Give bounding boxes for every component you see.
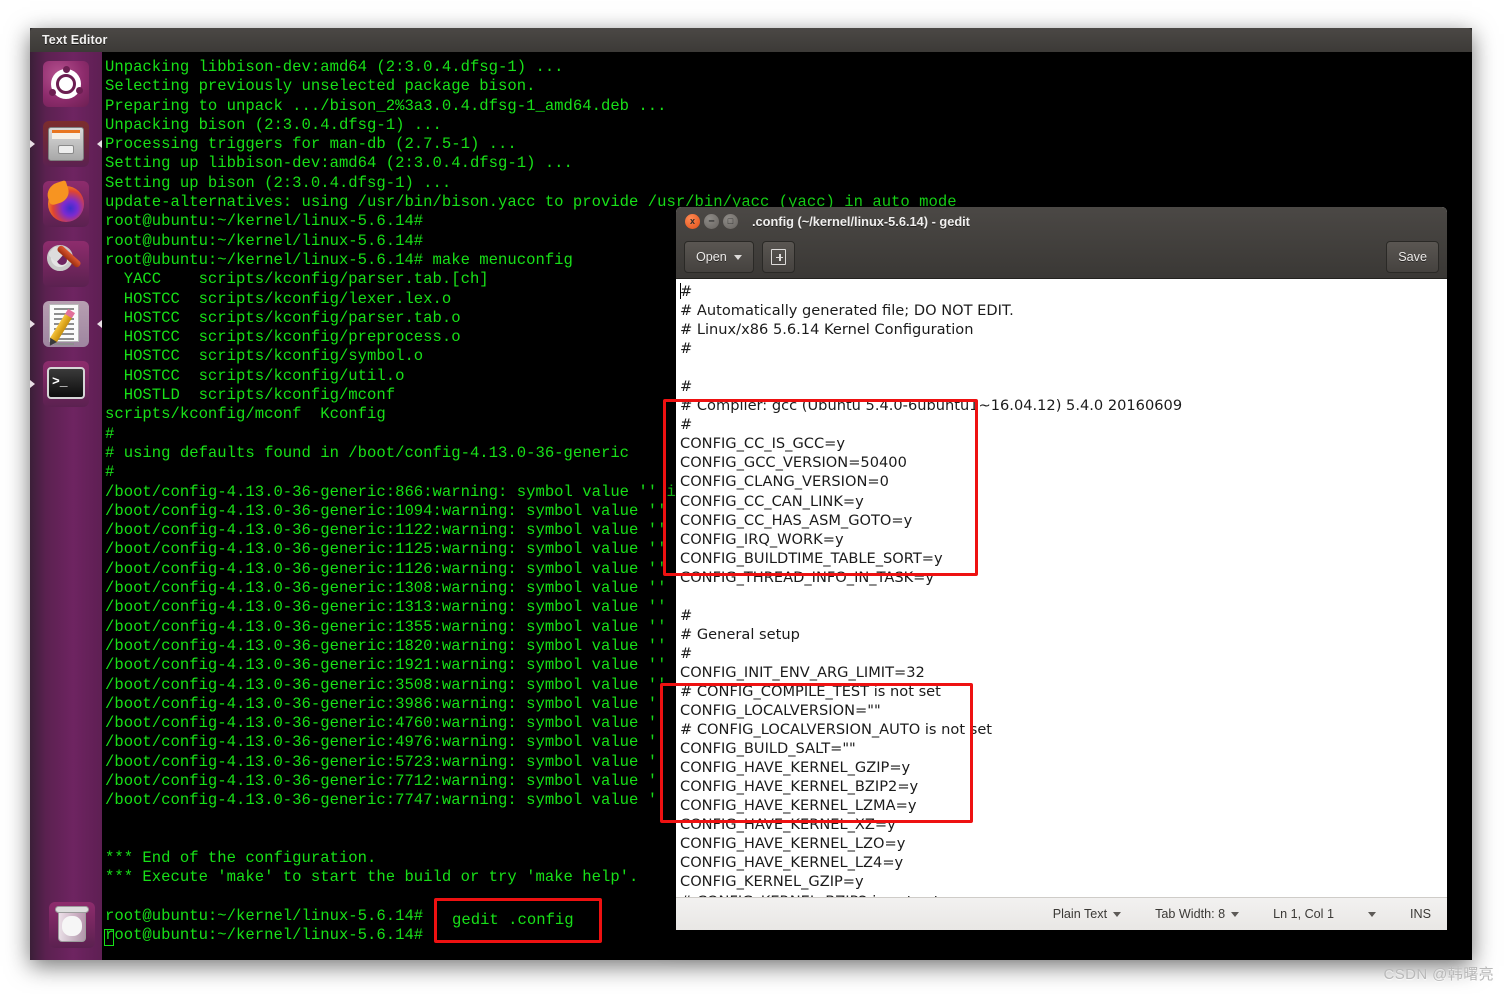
screen: Text Editor >_ Unpacking libbison-dev:am… bbox=[0, 0, 1504, 994]
launcher-item-trash[interactable] bbox=[42, 897, 102, 953]
minimize-glyph: – bbox=[708, 214, 715, 227]
gedit-window-title: .config (~/kernel/linux-5.6.14) - gedit bbox=[752, 213, 970, 229]
terminal-icon: >_ bbox=[43, 361, 89, 407]
terminal-window-title: Text Editor bbox=[42, 33, 108, 47]
trash-icon bbox=[49, 902, 95, 948]
chevron-down-icon bbox=[733, 254, 742, 260]
launcher-item-settings[interactable] bbox=[36, 236, 96, 292]
gedit-document-area[interactable]: # # Automatically generated file; DO NOT… bbox=[676, 279, 1447, 897]
close-glyph: x bbox=[689, 215, 695, 226]
terminal-titlebar[interactable]: Text Editor bbox=[30, 28, 1472, 52]
save-button-label: Save bbox=[1398, 250, 1427, 264]
gedit-window-controls[interactable]: x – □ bbox=[685, 213, 738, 229]
terminal-cursor bbox=[104, 929, 114, 946]
csdn-watermark: CSDN @韩曙亮 bbox=[1383, 966, 1494, 983]
gedit-status-bar[interactable]: Plain Text Tab Width: 8 Ln 1, Col 1 INS bbox=[676, 897, 1447, 930]
open-button-label: Open bbox=[696, 250, 727, 264]
insert-mode-label: INS bbox=[1410, 907, 1431, 921]
unity-launcher[interactable]: >_ bbox=[30, 52, 102, 960]
highlighted-command-text: gedit .config bbox=[452, 911, 574, 929]
tab-width-selector[interactable]: Tab Width: 8 bbox=[1155, 907, 1240, 921]
open-button[interactable]: Open bbox=[684, 241, 754, 273]
new-document-icon bbox=[770, 249, 786, 265]
firefox-icon bbox=[43, 180, 89, 227]
language-label: Plain Text bbox=[1052, 907, 1108, 921]
gedit-toolbar[interactable]: Open Save bbox=[676, 235, 1447, 279]
cursor-position[interactable]: Ln 1, Col 1 bbox=[1273, 907, 1334, 921]
chevron-down-icon bbox=[1368, 911, 1376, 917]
gedit-header-bar[interactable]: x – □ .config (~/kernel/linux-5.6.14) - … bbox=[676, 207, 1447, 279]
position-dropdown[interactable] bbox=[1368, 911, 1376, 917]
launcher-item-text-editor[interactable] bbox=[30, 296, 102, 352]
close-icon[interactable]: x bbox=[685, 213, 700, 229]
tab-width-label: Tab Width: 8 bbox=[1155, 907, 1226, 921]
maximize-glyph: □ bbox=[727, 215, 734, 226]
chevron-down-icon bbox=[1231, 911, 1240, 917]
launcher-item-files[interactable] bbox=[30, 116, 102, 172]
gedit-document-text: # # Automatically generated file; DO NOT… bbox=[680, 283, 1183, 897]
launcher-item-firefox[interactable] bbox=[36, 176, 96, 232]
save-button[interactable]: Save bbox=[1386, 241, 1439, 273]
language-selector[interactable]: Plain Text bbox=[1052, 907, 1122, 921]
maximize-icon[interactable]: □ bbox=[723, 213, 738, 229]
gedit-window[interactable]: x – □ .config (~/kernel/linux-5.6.14) - … bbox=[676, 207, 1447, 930]
launcher-item-ubuntu-dash[interactable] bbox=[36, 56, 96, 112]
insert-mode-indicator: INS bbox=[1410, 907, 1431, 921]
gear-icon bbox=[43, 241, 89, 287]
minimize-icon[interactable]: – bbox=[704, 213, 719, 229]
ubuntu-logo-icon bbox=[43, 61, 89, 107]
launcher-item-terminal[interactable]: >_ bbox=[30, 356, 96, 412]
text-editor-icon bbox=[43, 301, 89, 347]
file-manager-icon bbox=[43, 121, 89, 167]
cursor-position-label: Ln 1, Col 1 bbox=[1273, 907, 1334, 921]
chevron-down-icon bbox=[1113, 911, 1122, 917]
new-document-button[interactable] bbox=[761, 241, 795, 273]
